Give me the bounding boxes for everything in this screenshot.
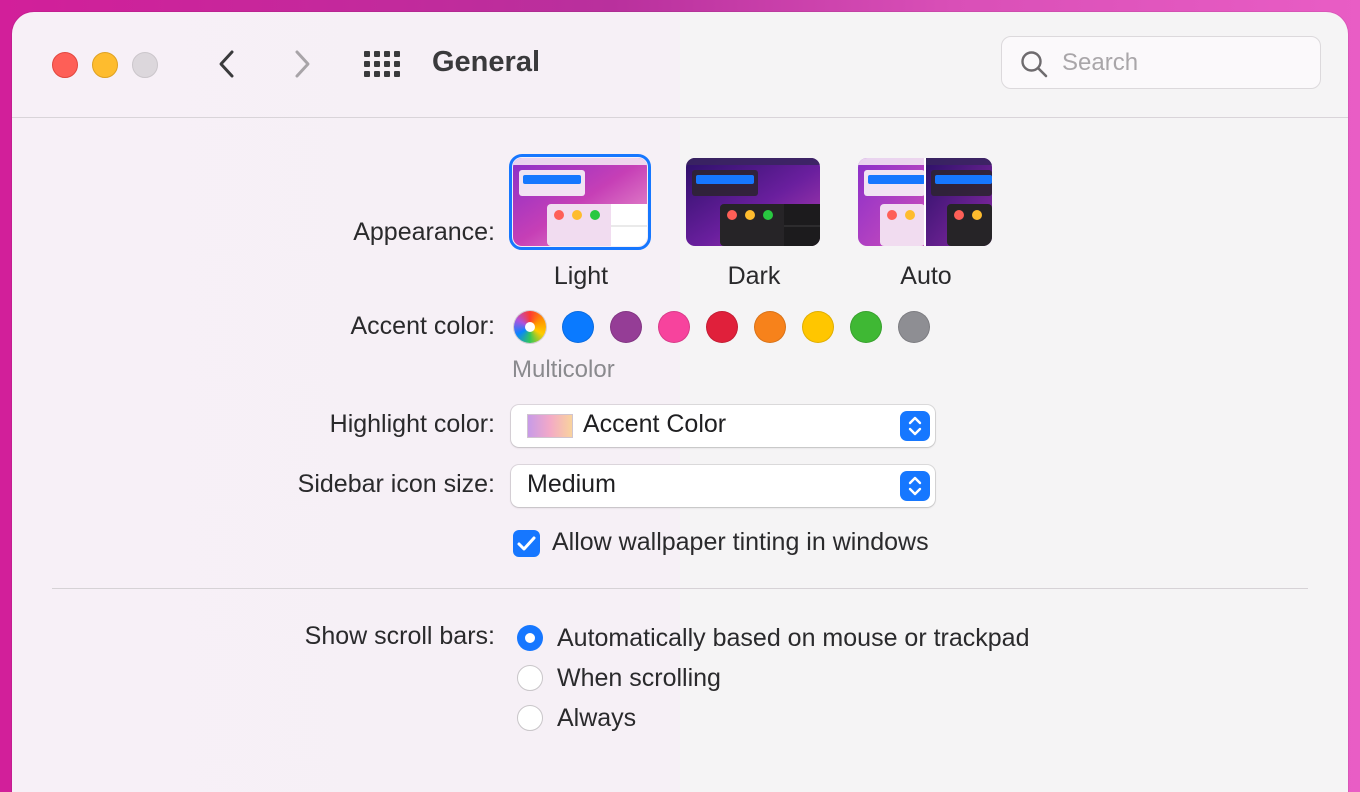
accent-selected-caption: Multicolor — [512, 356, 615, 383]
light-preview-image — [513, 158, 647, 246]
appearance-dark-thumbnail[interactable] — [686, 158, 820, 246]
forward-button[interactable] — [287, 48, 317, 80]
wallpaper-tinting-label: Allow wallpaper tinting in windows — [552, 528, 929, 556]
sidebar-icon-size-label: Sidebar icon size: — [297, 470, 495, 498]
section-divider — [52, 588, 1308, 589]
highlight-color-swatch — [527, 414, 573, 438]
scroll-bars-option-when-scrolling: When scrolling — [557, 664, 721, 692]
appearance-auto-label: Auto — [900, 262, 952, 290]
appearance-light-label: Light — [553, 262, 609, 290]
close-button[interactable] — [52, 52, 78, 78]
highlight-color-stepper — [900, 411, 930, 441]
minimize-button[interactable] — [92, 52, 118, 78]
highlight-color-popup[interactable]: Accent Color — [511, 405, 935, 447]
accent-color-label: Accent color: — [350, 312, 495, 340]
appearance-light-thumbnail[interactable] — [509, 154, 651, 250]
system-preferences-window: General Appearance: — [12, 12, 1348, 792]
accent-swatch-graphite[interactable] — [898, 311, 930, 343]
appearance-dark-label: Dark — [727, 262, 781, 290]
accent-swatch-pink[interactable] — [658, 311, 690, 343]
highlight-color-label: Highlight color: — [329, 410, 495, 438]
grid-icon — [364, 51, 400, 77]
search-field[interactable] — [1001, 36, 1321, 89]
back-button[interactable] — [212, 48, 242, 80]
toolbar: General — [12, 12, 1348, 118]
accent-swatch-purple[interactable] — [610, 311, 642, 343]
search-input[interactable] — [1060, 47, 1304, 79]
auto-preview-image — [858, 158, 992, 246]
zoom-button — [132, 52, 158, 78]
highlight-color-value: Accent Color — [583, 410, 727, 438]
window-title: General — [432, 46, 540, 78]
show-all-button[interactable] — [364, 51, 404, 77]
scroll-bars-option-always: Always — [557, 704, 637, 732]
chevron-updown-icon — [908, 416, 922, 436]
accent-swatch-yellow[interactable] — [802, 311, 834, 343]
scroll-bars-radio-when-scrolling[interactable] — [517, 665, 543, 691]
sidebar-icon-size-stepper — [900, 471, 930, 501]
appearance-auto-thumbnail[interactable] — [858, 158, 992, 246]
search-icon — [1021, 51, 1048, 78]
forward-chevron-icon — [295, 50, 310, 78]
accent-swatch-orange[interactable] — [754, 311, 786, 343]
scroll-bars-option-automatic: Automatically based on mouse or trackpad — [557, 624, 1030, 652]
show-scroll-bars-label: Show scroll bars: — [304, 622, 495, 650]
wallpaper-tinting-checkbox[interactable] — [513, 530, 540, 557]
sidebar-icon-size-value: Medium — [527, 470, 616, 498]
scroll-bars-radio-always[interactable] — [517, 705, 543, 731]
dark-preview-image — [686, 158, 820, 246]
appearance-label: Appearance: — [353, 218, 495, 246]
sidebar-icon-size-popup[interactable]: Medium — [511, 465, 935, 507]
accent-swatch-multicolor[interactable] — [514, 311, 546, 343]
checkmark-icon — [517, 536, 536, 551]
chevron-updown-icon — [908, 476, 922, 496]
back-chevron-icon — [219, 50, 234, 78]
accent-swatch-green[interactable] — [850, 311, 882, 343]
accent-swatch-blue[interactable] — [562, 311, 594, 343]
accent-swatch-red[interactable] — [706, 311, 738, 343]
scroll-bars-radio-automatic[interactable] — [517, 625, 543, 651]
